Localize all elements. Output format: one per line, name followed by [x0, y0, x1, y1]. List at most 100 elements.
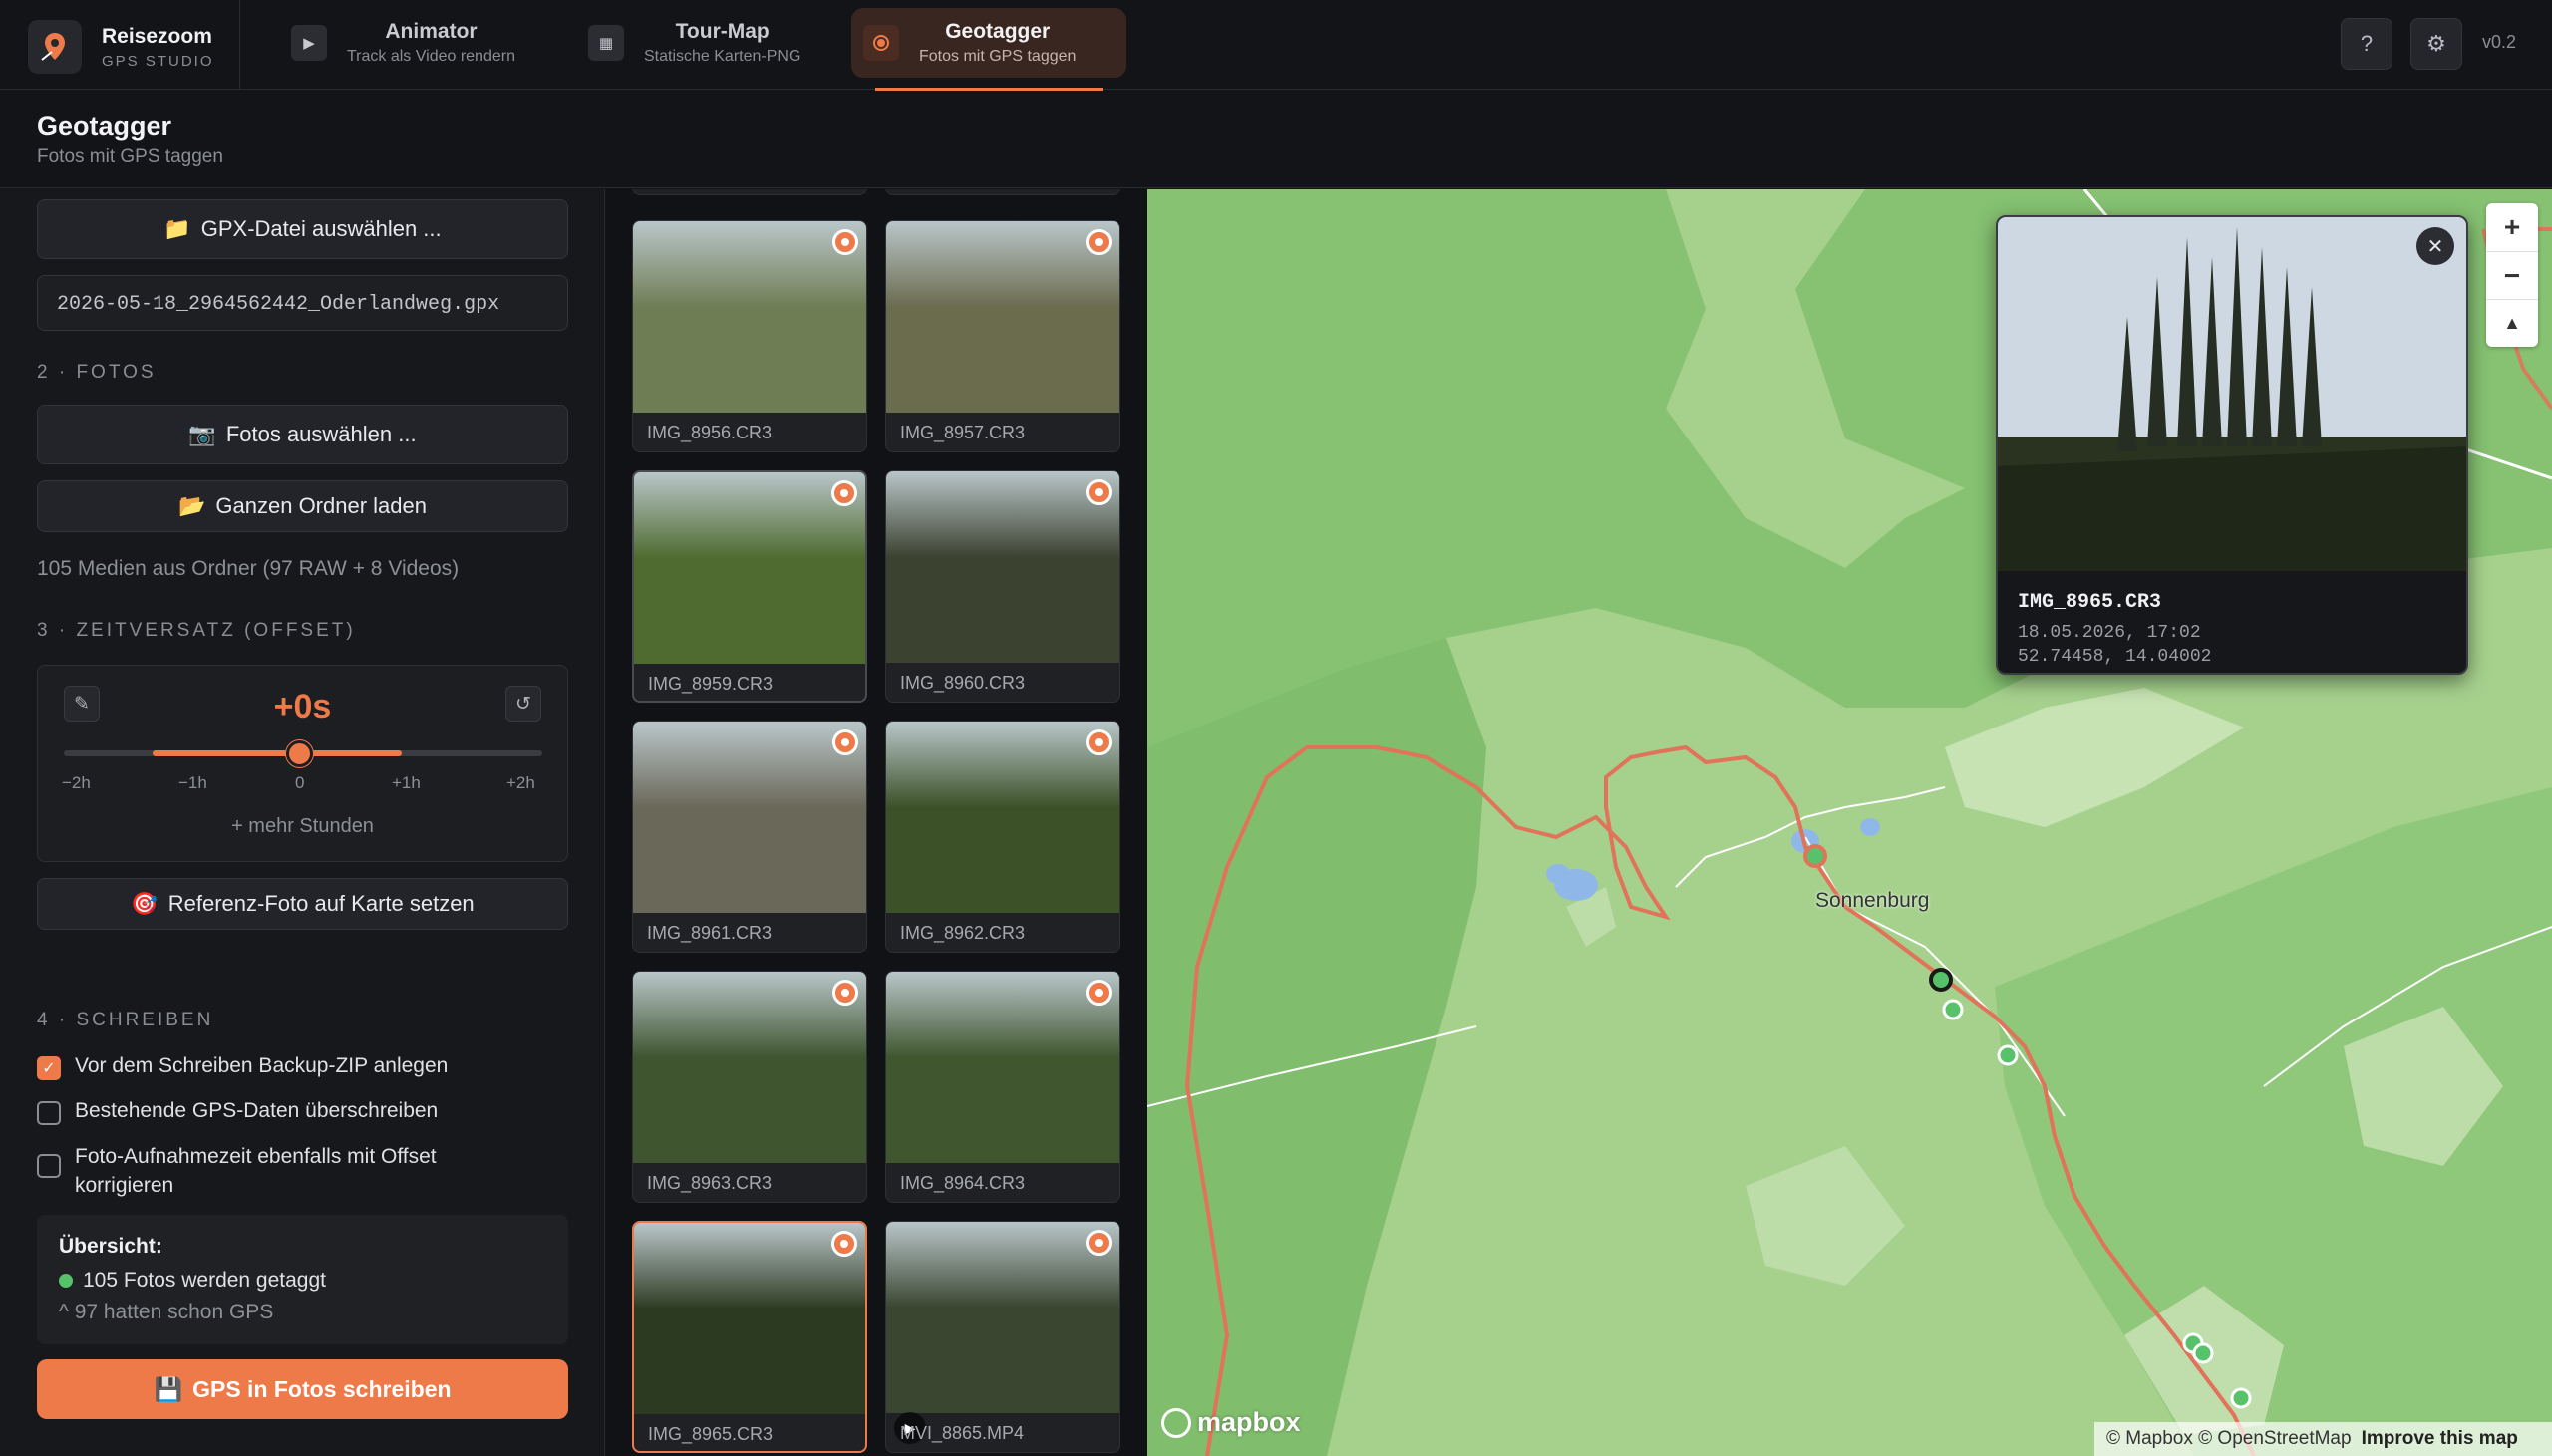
popup-photo	[1998, 217, 2466, 571]
checkbox-label: Foto-Aufnahmezeit ebenfalls mit Offset k…	[75, 1145, 437, 1197]
app-name: Reisezoom	[102, 24, 212, 48]
photo-card[interactable]: IMG_8961.CR3	[632, 721, 867, 953]
folder-icon: 📂	[178, 493, 206, 518]
checkbox-icon	[37, 1101, 61, 1125]
write-gps-button[interactable]: 💾 GPS in Fotos schreiben	[37, 1359, 568, 1419]
save-icon: 💾	[154, 1375, 183, 1402]
photo-card[interactable]: IMG_8960.CR3	[885, 470, 1120, 703]
tab-label: Tour-Map	[675, 20, 770, 43]
photo-card[interactable]: ▶ MVI_8865.MP4	[885, 1221, 1120, 1453]
photo-filename: IMG_8963.CR3	[647, 1173, 773, 1193]
reset-icon[interactable]: ↺	[505, 686, 541, 722]
photo-card[interactable]: IMG_8963.CR3	[632, 971, 867, 1203]
backup-zip-checkbox[interactable]: ✓ Vor dem Schreiben Backup-ZIP anlegen	[37, 1054, 448, 1080]
gps-pin-icon	[1086, 729, 1112, 755]
correct-time-checkbox[interactable]: Foto-Aufnahmezeit ebenfalls mit Offset k…	[37, 1142, 535, 1200]
popup-date: 18.05.2026, 17:02	[2018, 623, 2201, 643]
offset-value: +0s	[273, 688, 332, 726]
summary-title: Übersicht:	[59, 1235, 162, 1258]
reference-photo-button[interactable]: 🎯 Referenz-Foto auf Karte setzen	[37, 878, 568, 930]
tab-sublabel: Track als Video rendern	[347, 48, 515, 65]
tick-label: −2h	[62, 773, 91, 792]
photo-card[interactable]: IMG_8962.CR3	[885, 721, 1120, 953]
summary-text: 105 Fotos werden getaggt	[83, 1269, 327, 1292]
attribution-text[interactable]: © Mapbox © OpenStreetMap	[2106, 1428, 2352, 1450]
popup-filename: IMG_8965.CR3	[2018, 591, 2162, 614]
tab-tour-map[interactable]: ▦ Tour-Map Statische Karten-PNG	[576, 8, 845, 78]
summary-tagged: 105 Fotos werden getaggt	[59, 1269, 326, 1293]
zoom-out-button[interactable]: −	[2486, 251, 2538, 299]
photos-select-button[interactable]: 📷 Fotos auswählen ...	[37, 405, 568, 464]
tick-label: −1h	[178, 773, 207, 792]
map-icon: ▦	[588, 25, 624, 61]
folder-load-button[interactable]: 📂 Ganzen Ordner laden	[37, 480, 568, 532]
photo-thumbnail	[633, 722, 866, 913]
folder-icon: 📁	[163, 216, 191, 241]
gps-pin-icon	[832, 729, 858, 755]
photo-card[interactable]: IMG_8957.CR3	[885, 220, 1120, 452]
button-label: GPX-Datei auswählen ...	[200, 216, 442, 241]
gps-pin-icon	[831, 1231, 857, 1257]
target-icon: 🎯	[131, 891, 159, 916]
gps-pin-icon	[1086, 479, 1112, 505]
gear-icon: ⚙	[2426, 31, 2446, 56]
brand: Reisezoom GPS STUDIO	[28, 20, 214, 74]
photo-card[interactable]: IMG_8965.CR3	[632, 1221, 867, 1453]
gps-pin-icon	[832, 229, 858, 255]
checkbox-label: Bestehende GPS-Daten überschreiben	[75, 1099, 439, 1122]
button-label: Ganzen Ordner laden	[215, 493, 427, 518]
tab-geotagger[interactable]: Geotagger Fotos mit GPS taggen	[851, 8, 1126, 78]
offset-panel: ✎ +0s ↺ −2h −1h 0 +1h +2h + mehr Stunden	[37, 665, 568, 862]
photo-card[interactable]: IMG_8959.CR3	[632, 470, 867, 703]
tick-label: +1h	[392, 773, 421, 792]
map[interactable]: Sonnenburg ✕ IMG_8965.CR3 18.05.2026, 17…	[1147, 189, 2552, 1456]
photo-filename: IMG_8961.CR3	[647, 923, 773, 943]
improve-map-link[interactable]: Improve this map	[2362, 1428, 2518, 1450]
photo-card[interactable]: IMG_8956.CR3	[632, 220, 867, 452]
close-icon: ✕	[2426, 235, 2444, 258]
settings-button[interactable]: ⚙	[2410, 18, 2462, 70]
summary-panel: Übersicht: 105 Fotos werden getaggt ^ 97…	[37, 1215, 568, 1344]
tab-animator[interactable]: ▶ Animator Track als Video rendern	[279, 8, 558, 78]
section-offset-heading: 3 · ZEITVERSATZ (OFFSET)	[37, 620, 356, 641]
help-button[interactable]: ?	[2341, 18, 2392, 70]
offset-slider-thumb[interactable]	[286, 740, 313, 767]
tab-label: Geotagger	[945, 20, 1051, 43]
mapbox-logo[interactable]: mapbox	[1161, 1407, 1301, 1438]
mapbox-logo-icon	[1161, 1407, 1191, 1438]
button-label: Fotos auswählen ...	[225, 422, 417, 446]
version-label: v0.2	[2482, 32, 2517, 52]
divider	[239, 0, 240, 90]
pin-icon	[863, 25, 899, 61]
photo-thumbnail	[633, 972, 866, 1163]
zoom-in-button[interactable]: +	[2486, 203, 2538, 251]
gpx-select-button[interactable]: 📁 GPX-Datei auswählen ...	[37, 199, 568, 259]
checkbox-checked-icon: ✓	[37, 1056, 61, 1080]
popup-coordinates: 52.74458, 14.04002	[2018, 647, 2212, 667]
button-label: GPS in Fotos schreiben	[192, 1375, 452, 1402]
tick-label: +2h	[506, 773, 535, 792]
photo-card[interactable]: IMG_8964.CR3	[885, 971, 1120, 1203]
section-write-heading: 4 · SCHREIBEN	[37, 1010, 214, 1030]
overwrite-gps-checkbox[interactable]: Bestehende GPS-Daten überschreiben	[37, 1099, 438, 1125]
photo-card-partial[interactable]	[885, 189, 1120, 195]
zoom-controls: + − ▲	[2486, 203, 2538, 347]
close-button[interactable]: ✕	[2416, 227, 2454, 265]
photo-filename: IMG_8957.CR3	[900, 423, 1026, 442]
compass-button[interactable]: ▲	[2486, 299, 2538, 347]
more-hours-link[interactable]: + mehr Stunden	[38, 815, 567, 838]
photo-grid: IMG_8956.CR3 IMG_8957.CR3 IMG_8959.CR3 IMG_…	[606, 189, 1147, 1456]
photo-thumbnail	[634, 1223, 865, 1414]
app-subtitle: GPS STUDIO	[102, 52, 214, 70]
gpx-file-field[interactable]: 2026-05-18_2964562442_Oderlandweg.gpx	[37, 275, 568, 331]
photo-filename: IMG_8964.CR3	[900, 1173, 1026, 1193]
photo-filename: IMG_8962.CR3	[900, 923, 1026, 943]
photo-filename: IMG_8959.CR3	[648, 674, 774, 694]
gps-pin-icon	[831, 480, 857, 506]
summary-had-gps: ^ 97 hatten schon GPS	[59, 1301, 274, 1323]
logo-icon	[28, 20, 82, 74]
photo-card-partial[interactable]	[632, 189, 867, 195]
photo-filename: IMG_8960.CR3	[900, 673, 1026, 693]
photo-filename: MVI_8865.MP4	[900, 1423, 1025, 1443]
photo-thumbnail	[886, 972, 1119, 1163]
